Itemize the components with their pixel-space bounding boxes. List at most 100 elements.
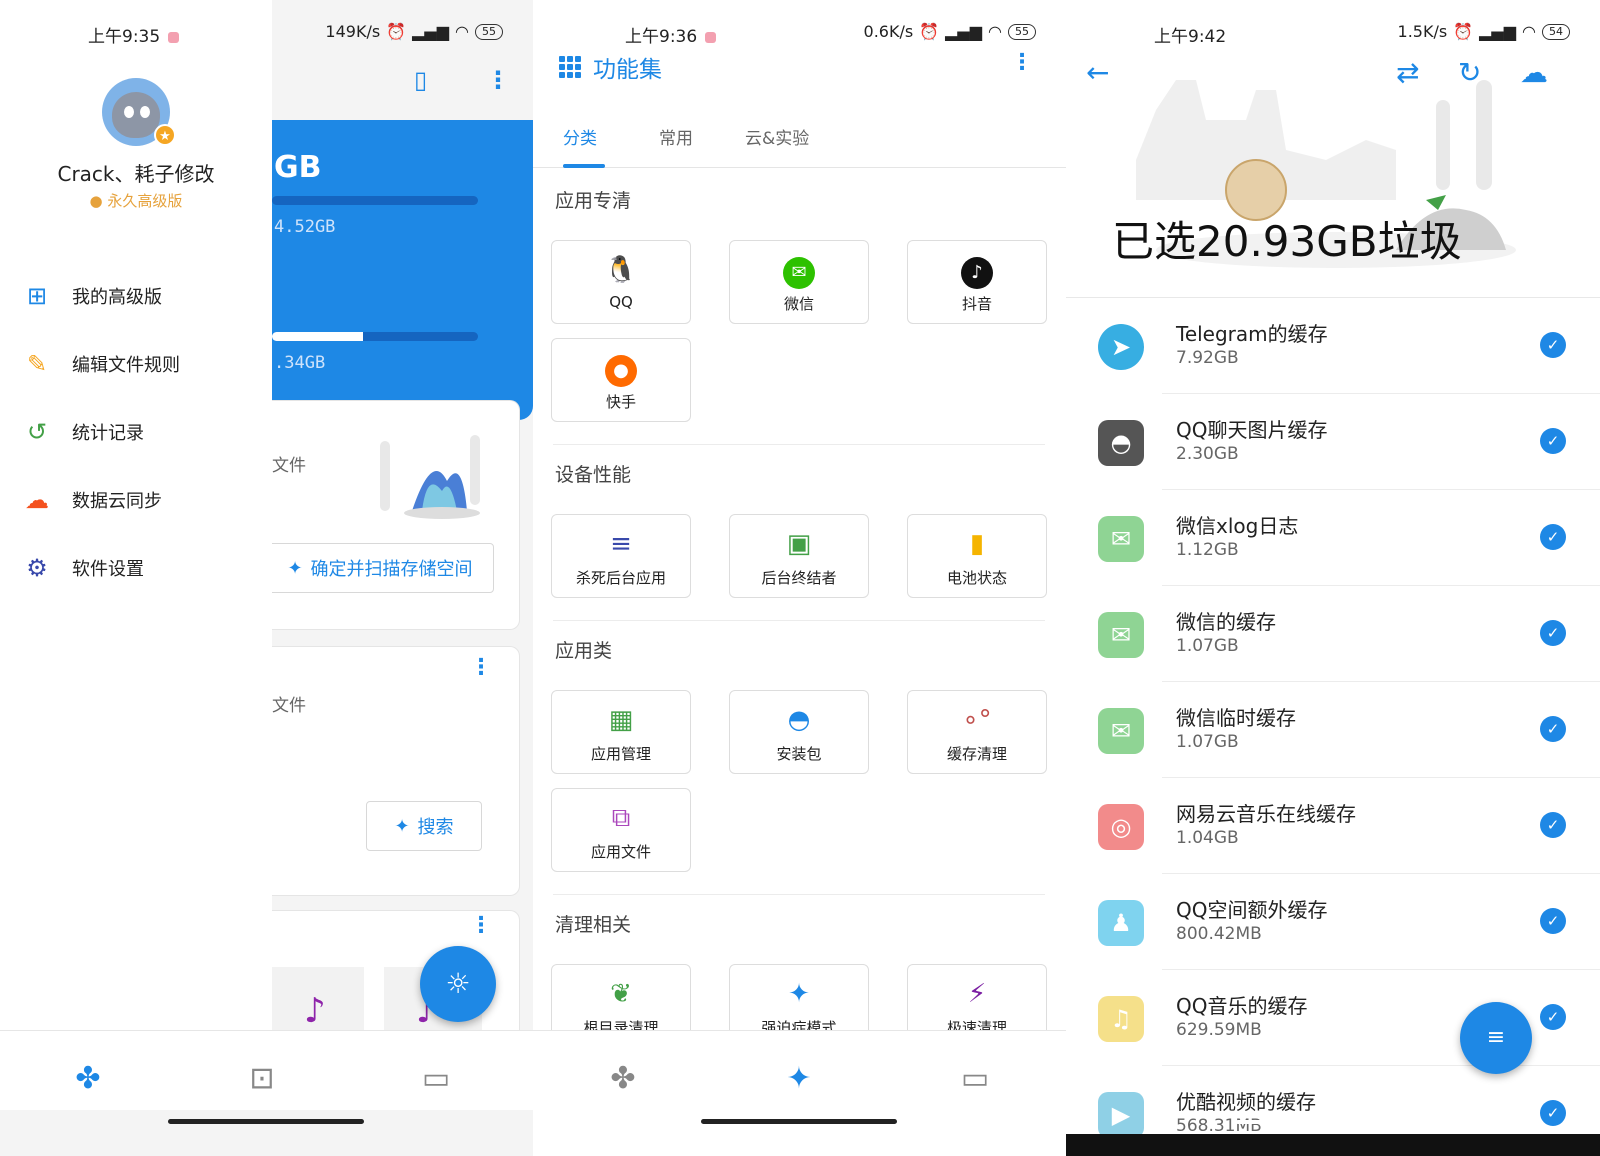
check-icon[interactable]: ✓ <box>1540 332 1566 358</box>
network-speed: 0.6K/s <box>863 22 914 41</box>
status-time: 上午9:35 <box>88 27 161 47</box>
junk-list-item[interactable]: ✉ 微信的缓存 1.07GB ✓ <box>1066 586 1600 682</box>
menu-item-settings[interactable]: ⚙ 软件设置 <box>22 534 180 602</box>
kuaishou-icon: ● <box>605 355 637 387</box>
home-indicator <box>701 1119 897 1124</box>
check-icon[interactable]: ✓ <box>1540 716 1566 742</box>
junk-list-item[interactable]: ➤ Telegram的缓存 7.92GB ✓ <box>1066 298 1600 394</box>
junk-item-size: 1.07GB <box>1176 732 1239 752</box>
scan-storage-button[interactable]: ✦ 确定并扫描存储空间 <box>266 543 494 593</box>
junk-item-size: 1.04GB <box>1176 828 1239 848</box>
history-icon: ↺ <box>26 418 48 446</box>
check-icon[interactable]: ✓ <box>1540 812 1566 838</box>
junk-item-name: QQ空间额外缓存 <box>1176 898 1328 922</box>
junk-item-size: 629.59MB <box>1176 1020 1262 1040</box>
tile-wechat[interactable]: ✉ 微信 <box>729 240 869 324</box>
alarm-icon: ⏰ <box>1453 22 1474 41</box>
kill-app-icon: ≡ <box>610 529 632 559</box>
premium-star-icon: ★ <box>154 124 176 146</box>
section-title-app-clean: 应用专清 <box>555 190 632 212</box>
clean-fab-button[interactable]: ☼ <box>420 946 496 1022</box>
check-icon[interactable]: ✓ <box>1540 1004 1566 1030</box>
vibrate-icon[interactable]: ▯ <box>414 66 427 94</box>
junk-item-size: 7.92GB <box>1176 348 1239 368</box>
nav-clean-icon[interactable]: ✤ <box>603 1059 643 1099</box>
premium-icon: ⊞ <box>26 282 48 310</box>
tab-category[interactable]: 分类 <box>563 124 597 149</box>
junk-list-item[interactable]: ♟ QQ空间额外缓存 800.42MB ✓ <box>1066 874 1600 970</box>
battery-indicator: 55 <box>1008 23 1036 40</box>
junk-total-title: 已选20.93GB垃圾 <box>1112 217 1462 266</box>
home-indicator <box>1236 1120 1436 1124</box>
filter-fab-button[interactable]: ≡ <box>1460 1002 1532 1074</box>
scan-card-text: 文件 <box>272 456 306 476</box>
search-card: ⋮ 文件 ✦ 搜索 <box>272 646 520 896</box>
tile-app-manager[interactable]: ▦ 应用管理 <box>551 690 691 774</box>
cloud-download-icon[interactable]: ☁ <box>1520 56 1548 89</box>
junk-list-item[interactable]: ◎ 网易云音乐在线缓存 1.04GB ✓ <box>1066 778 1600 874</box>
nav-tools-icon[interactable]: ⊡ <box>242 1059 282 1099</box>
menu-item-premium[interactable]: ⊞ 我的高级版 <box>22 262 180 330</box>
wifi-icon: ◠ <box>988 22 1002 41</box>
nav-clean-icon[interactable]: ✤ <box>68 1059 108 1099</box>
nav-files-icon[interactable]: ▭ <box>955 1059 995 1099</box>
apps-grid-icon <box>559 56 581 78</box>
alarm-icon: ⏰ <box>386 22 407 41</box>
tile-kuaishou[interactable]: ● 快手 <box>551 338 691 422</box>
card-more-icon[interactable]: ⋮ <box>470 913 492 938</box>
username: Crack、耗子修改 <box>57 162 215 186</box>
check-icon[interactable]: ✓ <box>1540 908 1566 934</box>
junk-list-item[interactable]: ◓ QQ聊天图片缓存 2.30GB ✓ <box>1066 394 1600 490</box>
nav-tools-icon[interactable]: ✦ <box>779 1059 819 1099</box>
swap-icon[interactable]: ⇄ <box>1396 56 1419 89</box>
wechat-icon: ✉ <box>1098 612 1144 658</box>
sparkle-icon: ✦ <box>287 557 303 579</box>
tile-qq[interactable]: 🐧 QQ <box>551 240 691 324</box>
wifi-icon: ◠ <box>455 22 469 41</box>
leaf-icon: ❦ <box>610 979 632 1009</box>
tile-kill-app[interactable]: ≡ 杀死后台应用 <box>551 514 691 598</box>
tab-cloud-lab[interactable]: 云&实验 <box>745 124 809 149</box>
location-pin-icon: ● <box>89 192 103 210</box>
junk-result-panel: ← ⇄ ↻ ☁ 已选20.93GB垃圾 上午9:42 1.5K/s ⏰ ▂▄▆ ◠ 54… <box>1066 0 1600 1156</box>
junk-item-size: 800.42MB <box>1176 924 1262 944</box>
section-title-clean: 清理相关 <box>555 914 632 936</box>
storage-home-panel: ▯ ⋮ GB 4.52GB .34GB 文件 ✦ 确定并扫描存储空间 ⋮ 文件 … <box>0 0 533 1156</box>
check-icon[interactable]: ✓ <box>1540 428 1566 454</box>
junk-list-item[interactable]: ✉ 微信临时缓存 1.07GB ✓ <box>1066 682 1600 778</box>
page-title: 功能集 <box>593 57 662 83</box>
more-menu-icon[interactable]: ⋮ <box>486 66 510 94</box>
menu-item-cloud-sync[interactable]: ☁ 数据云同步 <box>22 466 180 534</box>
search-button-label: 搜索 <box>417 817 454 838</box>
back-arrow-icon[interactable]: ← <box>1086 56 1109 89</box>
check-icon[interactable]: ✓ <box>1540 1100 1566 1126</box>
tile-app-files[interactable]: ⧉ 应用文件 <box>551 788 691 872</box>
telegram-icon: ➤ <box>1098 324 1144 370</box>
douyin-icon: ♪ <box>961 257 993 289</box>
tab-common[interactable]: 常用 <box>659 124 693 149</box>
nav-files-icon[interactable]: ▭ <box>416 1059 456 1099</box>
junk-list-item[interactable]: ✉ 微信xlog日志 1.12GB ✓ <box>1066 490 1600 586</box>
refresh-icon[interactable]: ↻ <box>1458 56 1481 89</box>
navigation-drawer: ★ Crack、耗子修改 ● 永久高级版 ⊞ 我的高级版 ✎ 编辑文件规则 ↺ … <box>0 0 272 1060</box>
tile-douyin[interactable]: ♪ 抖音 <box>907 240 1047 324</box>
tile-cache-clean[interactable]: ∘° 缓存清理 <box>907 690 1047 774</box>
sparkle-icon: ✦ <box>394 815 410 837</box>
search-button[interactable]: ✦ 搜索 <box>366 801 482 851</box>
junk-item-name: 优酷视频的缓存 <box>1176 1090 1316 1114</box>
card-more-icon[interactable]: ⋮ <box>470 655 492 680</box>
check-icon[interactable]: ✓ <box>1540 620 1566 646</box>
more-menu-icon[interactable]: ⋮ <box>1011 50 1033 75</box>
junk-item-size: 2.30GB <box>1176 444 1239 464</box>
check-icon[interactable]: ✓ <box>1540 524 1566 550</box>
bottom-navigation: ✤ ⊡ ▭ <box>0 1030 533 1110</box>
tile-background-killer[interactable]: ▣ 后台终结者 <box>729 514 869 598</box>
menu-item-edit-rules[interactable]: ✎ 编辑文件规则 <box>22 330 180 398</box>
bolt-icon: ⚡ <box>967 979 987 1009</box>
tile-apk[interactable]: ◓ 安装包 <box>729 690 869 774</box>
tile-battery[interactable]: ▮ 电池状态 <box>907 514 1047 598</box>
wechat-icon: ✉ <box>1098 708 1144 754</box>
menu-item-history[interactable]: ↺ 统计记录 <box>22 398 180 466</box>
qzone-icon: ♟ <box>1098 900 1144 946</box>
apps-grid-icon: ▦ <box>608 705 634 735</box>
